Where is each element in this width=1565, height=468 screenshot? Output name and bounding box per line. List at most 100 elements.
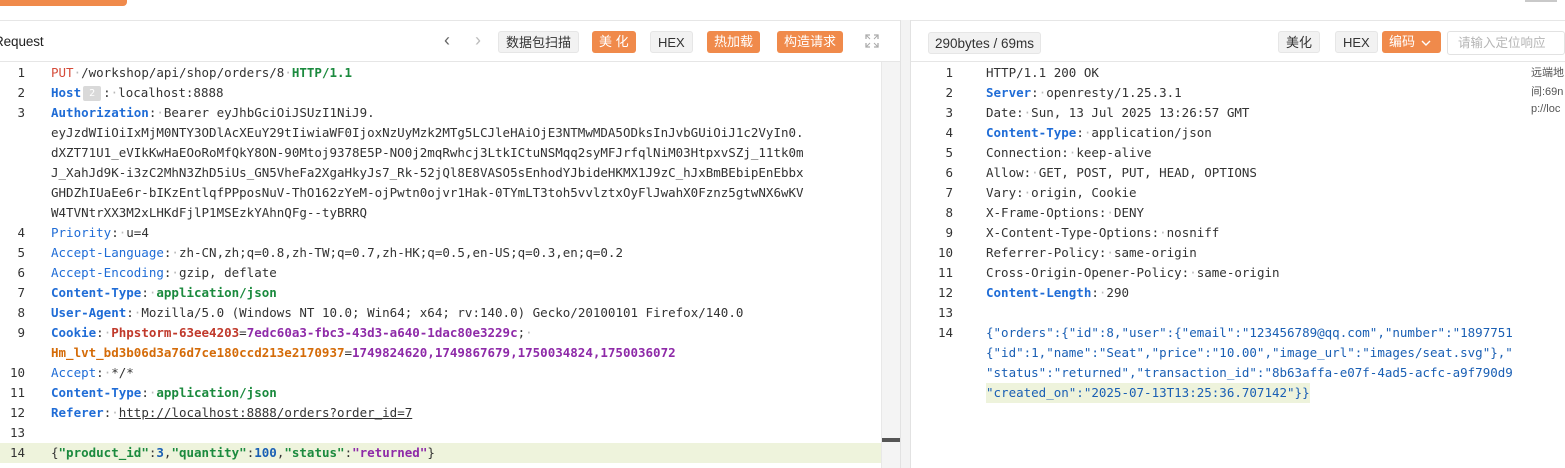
header-value: u=4 — [126, 225, 149, 240]
panel-splitter[interactable] — [900, 20, 911, 468]
code-line: 5 Connection:·keep-alive — [911, 143, 1529, 163]
referer-link[interactable]: http://localhost:8888/orders?order_id=7 — [119, 405, 413, 420]
header-value-continuation: J_XahJd9K-i3zC2MhN3ZhD5iUs_GN5VheFa2XgaH… — [51, 165, 804, 180]
header-value-continuation: dXZT71U1_eVIkKwHaEOoRoMfQkY8ON-90Mtoj937… — [51, 145, 804, 160]
code-line: 7 Content-Type:·application/json — [0, 283, 900, 303]
line-number: 5 — [945, 145, 953, 160]
code-line: 8 X-Frame-Options:·DENY — [911, 203, 1529, 223]
response-json: "status":"returned","transaction_id":"8b… — [986, 365, 1513, 380]
host-badge[interactable]: 2 — [83, 86, 102, 101]
header-value: nosniff — [1166, 225, 1220, 240]
header-value-continuation: eyJzdWIiOiIxMjM0NTY3ODlAcXEuY29tIiwiaWF0… — [51, 125, 804, 140]
request-scrollbar[interactable] — [881, 62, 900, 468]
response-json: {"orders":{"id":8,"user":{"email":"12345… — [986, 325, 1513, 340]
header-key: Cookie — [51, 325, 97, 340]
beautify-button[interactable]: 美 化 — [592, 31, 636, 53]
request-toolbar: Request ‹ › 数据包扫描 美 化 HEX 热加载 构造请求 — [0, 20, 900, 62]
build-request-button[interactable]: 构造请求 — [777, 31, 844, 53]
line-number: 9 — [945, 225, 953, 240]
response-json: "created_on":"2025-07-13T13:25:36.707142… — [986, 383, 1310, 403]
line-number: 7 — [17, 285, 25, 300]
remote-address-label: 远端地 — [1531, 67, 1564, 79]
json-key: "quantity" — [171, 445, 247, 460]
code-line: "status":"returned","transaction_id":"8b… — [911, 363, 1529, 383]
code-line: 13 — [0, 423, 900, 443]
encode-label: 编码 — [1389, 34, 1416, 49]
line-number: 3 — [945, 105, 953, 120]
header-value: openresty/1.25.3.1 — [1046, 85, 1182, 100]
header-value: DENY — [1113, 205, 1145, 220]
code-line: 12 Content-Length:·290 — [911, 283, 1529, 303]
cookie-value: 1749824620,1749867679,1750034824,1750036… — [352, 345, 676, 360]
time-label: 间:69n — [1531, 86, 1564, 98]
line-number: 3 — [17, 105, 25, 120]
line-number: 12 — [937, 285, 953, 300]
status-line: HTTP/1.1 200 OK — [986, 65, 1099, 80]
line-number: 1 — [17, 65, 25, 80]
json-string: "returned" — [352, 445, 428, 460]
header-key: Date — [986, 105, 1017, 120]
header-key: Content-Type — [986, 125, 1077, 140]
line-number: 10 — [9, 365, 25, 380]
header-value: 290 — [1106, 285, 1129, 300]
code-line: W4TVNtrXX3M2xLHKdFjlP1MSEzkYAhnQFg--tyBR… — [0, 203, 900, 223]
header-key: X-Frame-Options — [986, 205, 1099, 220]
header-value: application/json — [156, 285, 277, 300]
code-line: 10 Referrer-Policy:·same-origin — [911, 243, 1529, 263]
cookie-name: Phpstorm-63ee4203 — [111, 325, 240, 340]
code-line: "created_on":"2025-07-13T13:25:36.707142… — [911, 383, 1529, 403]
header-value: same-origin — [1196, 265, 1280, 280]
top-accent-tab[interactable] — [0, 0, 127, 6]
header-value: Sun, 13 Jul 2025 13:26:57 GMT — [1031, 105, 1250, 120]
code-line: 6 Allow:·GET, POST, PUT, HEAD, OPTIONS — [911, 163, 1529, 183]
response-search-input[interactable]: 请输入定位响应 — [1447, 31, 1565, 55]
code-line: 2 Host 2:·localhost:8888 — [0, 83, 900, 103]
line-number: 6 — [945, 165, 953, 180]
code-line: 1 PUT·/workshop/api/shop/orders/8·HTTP/1… — [0, 63, 900, 83]
response-size-time: 290bytes / 69ms — [928, 32, 1042, 54]
response-hex-button[interactable]: HEX — [1335, 31, 1378, 53]
forward-arrow-icon[interactable]: › — [469, 31, 487, 50]
chevron-down-icon — [1421, 40, 1431, 46]
line-number: 13 — [9, 425, 25, 440]
hot-reload-button[interactable]: 热加载 — [707, 31, 761, 53]
line-number: 1 — [945, 65, 953, 80]
code-line: GHDZhIUaEe6r-bIKzEntlqfPPposNuV-ThO162zY… — [0, 183, 900, 203]
code-line: J_XahJd9K-i3zC2MhN3ZhD5iUs_GN5VheFa2XgaH… — [0, 163, 900, 183]
code-line: 7 Vary:·origin, Cookie — [911, 183, 1529, 203]
window-control[interactable] — [1525, 0, 1557, 2]
http-version: HTTP/1.1 — [291, 65, 353, 80]
code-line: 11 Cross-Origin-Opener-Policy:·same-origi… — [911, 263, 1529, 283]
header-value: GET, POST, PUT, HEAD, OPTIONS — [1038, 165, 1257, 180]
header-value: same-origin — [1113, 245, 1197, 260]
response-editor[interactable]: 1 HTTP/1.1 200 OK 2 Server:·openresty/1.25… — [911, 62, 1529, 468]
line-number: 7 — [945, 185, 953, 200]
header-value: Bearer eyJhbGciOiJSUzI1NiJ9. — [163, 105, 375, 120]
header-key: Content-Length — [986, 285, 1092, 300]
hex-button[interactable]: HEX — [650, 31, 693, 53]
line-number: 5 — [17, 245, 25, 260]
response-json: {"id":1,"name":"Seat","price":"10.00","i… — [986, 345, 1513, 360]
request-editor[interactable]: 1 PUT·/workshop/api/shop/orders/8·HTTP/1… — [0, 62, 900, 468]
request-scroll-thumb[interactable] — [882, 438, 900, 442]
response-beautify-button[interactable]: 美化 — [1278, 31, 1321, 53]
header-key: Accept-Language — [51, 245, 164, 260]
line-number: 4 — [17, 225, 25, 240]
response-panel: 290bytes / 69ms 美化 HEX 编码 请输入定位响应 远端地 间:… — [911, 20, 1565, 468]
request-path: /workshop/api/shop/orders/8 — [81, 65, 285, 80]
back-arrow-icon[interactable]: ‹ — [438, 31, 456, 50]
line-number: 9 — [17, 325, 25, 340]
header-value: Mozilla/5.0 (Windows NT 10.0; Win64; x64… — [141, 305, 744, 320]
json-number: 3 — [156, 445, 164, 460]
code-line: {"id":1,"name":"Seat","price":"10.00","i… — [911, 343, 1529, 363]
code-line: 1 HTTP/1.1 200 OK — [911, 63, 1529, 83]
packet-scan-button[interactable]: 数据包扫描 — [498, 31, 580, 53]
encode-dropdown[interactable]: 编码 — [1382, 31, 1441, 53]
expand-icon[interactable] — [865, 34, 879, 48]
response-toolbar: 290bytes / 69ms 美化 HEX 编码 请输入定位响应 — [911, 20, 1565, 62]
header-key: X-Content-Type-Options — [986, 225, 1152, 240]
line-number: 6 — [17, 265, 25, 280]
line-number: 11 — [937, 265, 953, 280]
header-value-continuation: W4TVNtrXX3M2xLHKdFjlP1MSEzkYAhnQFg--tyBR… — [51, 205, 368, 220]
code-line: eyJzdWIiOiIxMjM0NTY3ODlAcXEuY29tIiwiaWF0… — [0, 123, 900, 143]
